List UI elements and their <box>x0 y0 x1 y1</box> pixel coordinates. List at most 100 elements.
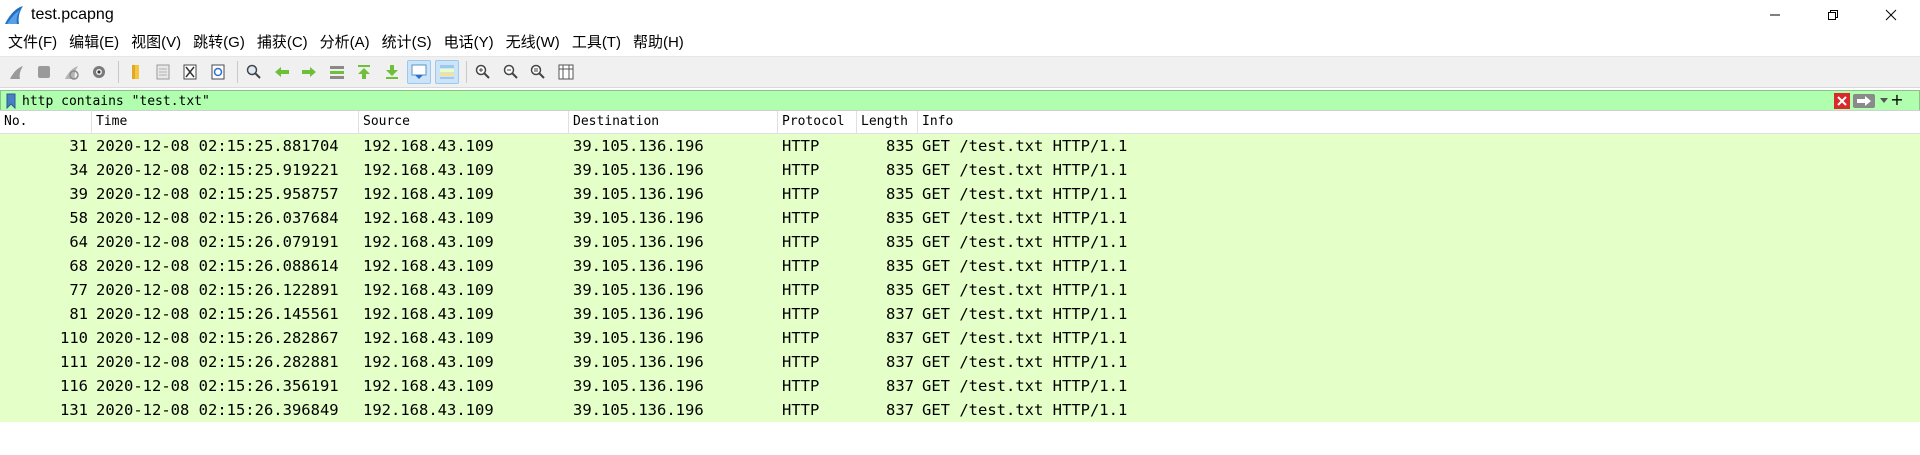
packet-row[interactable]: 116 2020-12-08 02:15:26.356191 192.168.4… <box>0 374 1920 398</box>
packet-list-header: No. Time Source Destination Protocol Len… <box>0 111 1920 134</box>
zoom-in-button[interactable] <box>471 60 495 84</box>
filter-bookmark-button[interactable] <box>4 92 18 110</box>
packet-destination: 39.105.136.196 <box>573 233 704 251</box>
find-packet-icon <box>246 64 261 79</box>
capture-options-icon <box>92 66 105 78</box>
menu-edit[interactable]: 编辑(E) <box>63 30 125 56</box>
packet-destination: 39.105.136.196 <box>573 305 704 323</box>
packet-row[interactable]: 34 2020-12-08 02:15:25.919221 192.168.43… <box>0 158 1920 182</box>
packet-protocol: HTTP <box>782 401 820 419</box>
packet-row[interactable]: 58 2020-12-08 02:15:26.037684 192.168.43… <box>0 206 1920 230</box>
packet-destination: 39.105.136.196 <box>573 401 704 419</box>
capture-options-button[interactable] <box>87 60 111 84</box>
menu-file[interactable]: 文件(F) <box>2 30 63 56</box>
add-filter-button[interactable]: + <box>1889 91 1905 109</box>
packet-destination: 39.105.136.196 <box>573 329 704 347</box>
close-button[interactable] <box>1862 0 1920 30</box>
packet-destination: 39.105.136.196 <box>573 281 704 299</box>
packet-time: 2020-12-08 02:15:25.958757 <box>96 185 339 203</box>
packet-info: GET /test.txt HTTP/1.1 <box>922 209 1128 227</box>
display-filter-bar: + <box>0 90 1920 112</box>
first-packet-button[interactable] <box>352 60 376 84</box>
go-to-packet-icon <box>329 66 344 79</box>
packet-row[interactable]: 31 2020-12-08 02:15:25.881704 192.168.43… <box>0 134 1920 158</box>
menu-view[interactable]: 视图(V) <box>125 30 187 56</box>
packet-length: 835 <box>886 257 914 275</box>
window-controls <box>1746 0 1920 30</box>
last-packet-button[interactable] <box>380 60 404 84</box>
packet-length: 835 <box>886 281 914 299</box>
menu-go[interactable]: 跳转(G) <box>187 30 251 56</box>
restart-capture-button[interactable] <box>59 60 83 84</box>
packet-info: GET /test.txt HTTP/1.1 <box>922 161 1128 179</box>
packet-source: 192.168.43.109 <box>363 209 494 227</box>
packet-info: GET /test.txt HTTP/1.1 <box>922 329 1128 347</box>
menu-help[interactable]: 帮助(H) <box>627 30 690 56</box>
packet-protocol: HTTP <box>782 281 820 299</box>
packet-row[interactable]: 131 2020-12-08 02:15:26.396849 192.168.4… <box>0 398 1920 422</box>
menu-capture[interactable]: 捕获(C) <box>251 30 314 56</box>
column-header-protocol[interactable]: Protocol <box>778 111 857 133</box>
stop-capture-button[interactable] <box>32 60 56 84</box>
packet-length: 835 <box>886 233 914 251</box>
packet-time: 2020-12-08 02:15:26.282881 <box>96 353 339 371</box>
packet-protocol: HTTP <box>782 137 820 155</box>
menu-analyze[interactable]: 分析(A) <box>314 30 376 56</box>
zoom-out-button[interactable] <box>499 60 523 84</box>
packet-row[interactable]: 77 2020-12-08 02:15:26.122891 192.168.43… <box>0 278 1920 302</box>
reload-file-button[interactable] <box>206 60 230 84</box>
go-back-button[interactable] <box>270 60 294 84</box>
packet-time: 2020-12-08 02:15:26.088614 <box>96 257 339 275</box>
packet-protocol: HTTP <box>782 329 820 347</box>
packet-source: 192.168.43.109 <box>363 377 494 395</box>
autoscroll-button[interactable] <box>407 60 431 84</box>
minimize-icon <box>1770 14 1780 16</box>
menu-telephony[interactable]: 电话(Y) <box>438 30 500 56</box>
column-header-source[interactable]: Source <box>359 111 569 133</box>
save-file-button[interactable] <box>151 60 175 84</box>
packet-row[interactable]: 110 2020-12-08 02:15:26.282867 192.168.4… <box>0 326 1920 350</box>
resize-columns-button[interactable] <box>554 60 578 84</box>
packet-source: 192.168.43.109 <box>363 137 494 155</box>
packet-no: 81 <box>69 305 88 323</box>
packet-protocol: HTTP <box>782 377 820 395</box>
packet-info: GET /test.txt HTTP/1.1 <box>922 257 1128 275</box>
packet-no: 34 <box>69 161 88 179</box>
column-header-info[interactable]: Info <box>918 111 1920 133</box>
colorize-button[interactable] <box>434 60 459 84</box>
packet-info: GET /test.txt HTTP/1.1 <box>922 281 1128 299</box>
restart-capture-icon <box>65 66 79 80</box>
restore-button[interactable] <box>1804 0 1862 30</box>
packet-row[interactable]: 111 2020-12-08 02:15:26.282881 192.168.4… <box>0 350 1920 374</box>
open-file-button[interactable] <box>123 60 147 84</box>
column-header-no[interactable]: No. <box>0 111 92 133</box>
first-packet-icon <box>358 65 370 79</box>
column-header-time[interactable]: Time <box>92 111 359 133</box>
packet-protocol: HTTP <box>782 305 820 323</box>
packet-row[interactable]: 68 2020-12-08 02:15:26.088614 192.168.43… <box>0 254 1920 278</box>
column-header-length[interactable]: Length <box>857 111 918 133</box>
go-to-packet-button[interactable] <box>325 60 349 84</box>
find-packet-button[interactable] <box>242 60 266 84</box>
clear-filter-icon[interactable] <box>1834 93 1850 109</box>
packet-row[interactable]: 64 2020-12-08 02:15:26.079191 192.168.43… <box>0 230 1920 254</box>
wireshark-fin-icon <box>5 6 23 24</box>
packet-row[interactable]: 39 2020-12-08 02:15:25.958757 192.168.43… <box>0 182 1920 206</box>
close-file-icon <box>183 64 197 80</box>
normal-size-button[interactable] <box>526 60 550 84</box>
packet-length: 837 <box>886 329 914 347</box>
start-capture-button[interactable] <box>4 60 28 84</box>
packet-destination: 39.105.136.196 <box>573 137 704 155</box>
zoom-in-icon <box>475 64 490 79</box>
menu-statistics[interactable]: 统计(S) <box>376 30 438 56</box>
packet-row[interactable]: 81 2020-12-08 02:15:26.145561 192.168.43… <box>0 302 1920 326</box>
go-forward-button[interactable] <box>297 60 321 84</box>
display-filter-input[interactable] <box>18 92 1834 110</box>
menu-tools[interactable]: 工具(T) <box>566 30 627 56</box>
packet-info: GET /test.txt HTTP/1.1 <box>922 137 1128 155</box>
column-header-destination[interactable]: Destination <box>569 111 778 133</box>
apply-filter-icon[interactable] <box>1853 94 1875 108</box>
minimize-button[interactable] <box>1746 0 1804 30</box>
close-file-button[interactable] <box>178 60 202 84</box>
menu-wireless[interactable]: 无线(W) <box>500 30 566 56</box>
